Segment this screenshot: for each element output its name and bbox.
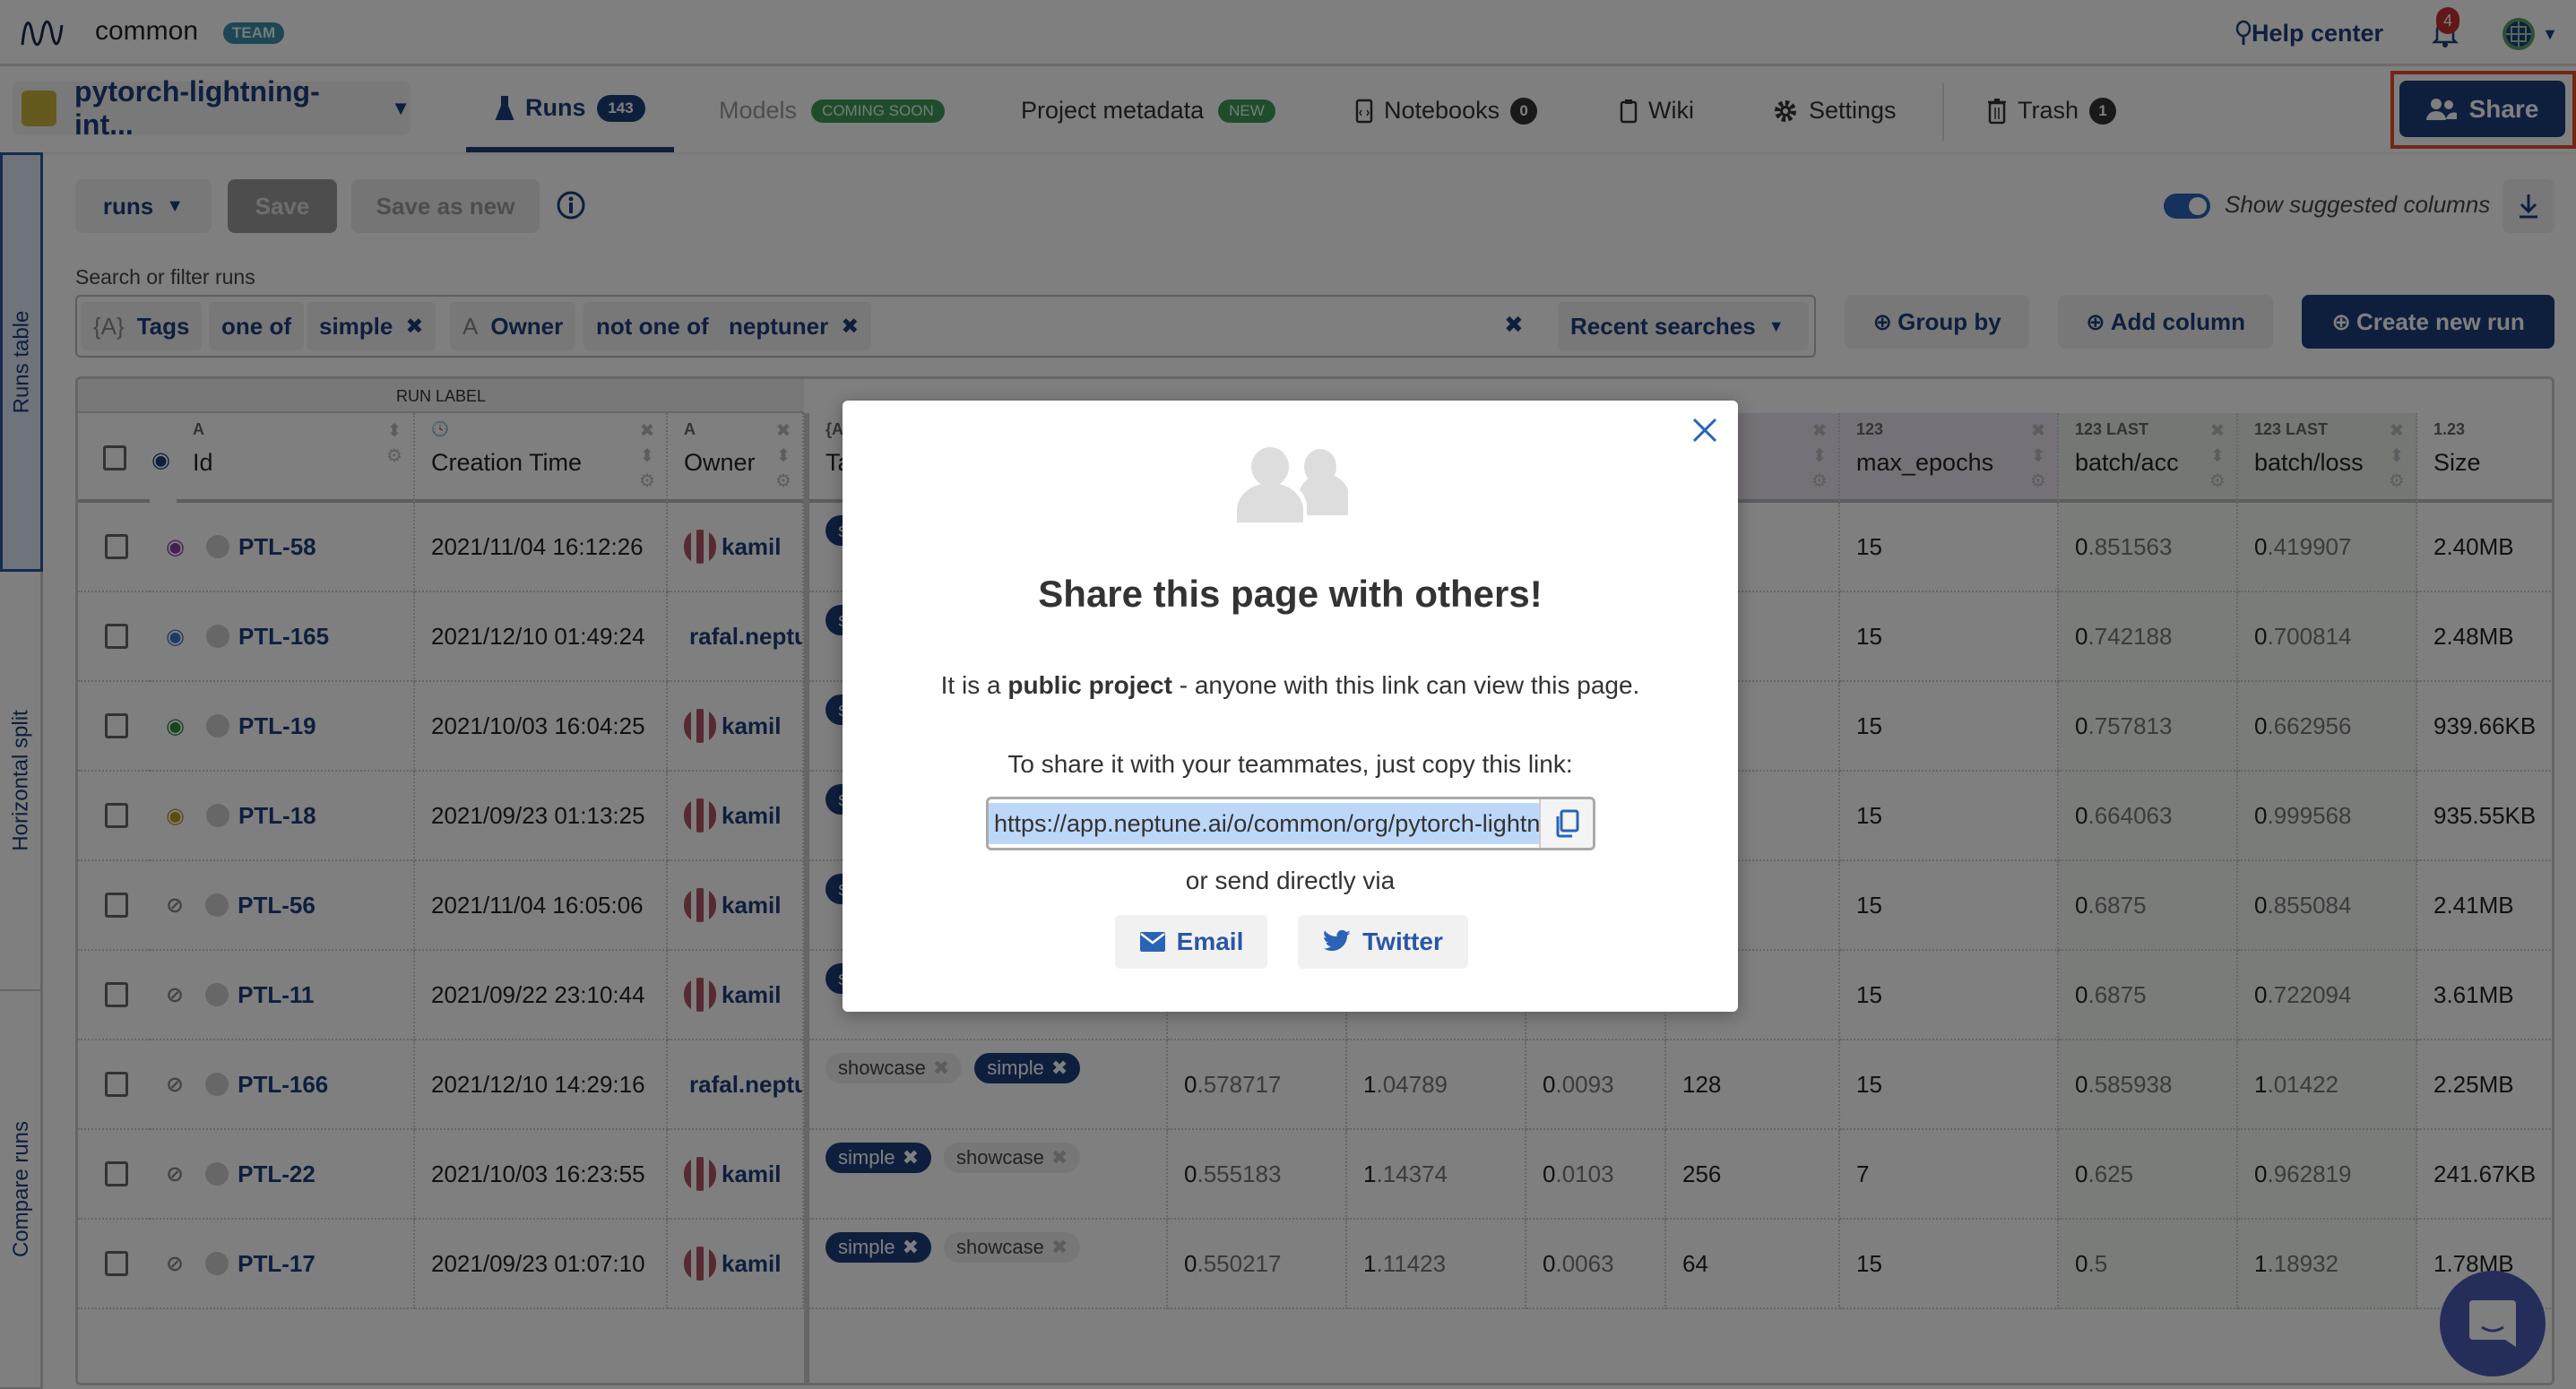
twitter-icon <box>1324 929 1352 952</box>
notice-bold: public project <box>1007 671 1172 699</box>
notice-suffix: - anyone with this link can view this pa… <box>1171 671 1640 699</box>
share-email-label: Email <box>1176 927 1244 955</box>
copy-link-button[interactable] <box>1539 799 1593 848</box>
share-twitter-button[interactable]: Twitter <box>1298 915 1468 969</box>
share-email-button[interactable]: Email <box>1115 915 1267 969</box>
share-twitter-label: Twitter <box>1362 927 1443 955</box>
people-icon <box>1237 447 1350 527</box>
copy-icon <box>1556 809 1579 838</box>
notice-prefix: It is a <box>940 671 1008 699</box>
send-via-label: or send directly via <box>1185 867 1396 894</box>
share-dialog-title: Share this page with others! <box>1038 573 1543 615</box>
copy-instruction: To share it with your teammates, just co… <box>1007 750 1573 778</box>
share-link-input[interactable]: https://app.neptune.ai/o/common/org/pyto… <box>989 803 1539 844</box>
close-icon[interactable] <box>1691 417 1718 444</box>
envelope-icon <box>1139 932 1165 952</box>
app-root: common TEAM Help center 4 ▼ pytorch-ligh… <box>0 0 2576 1389</box>
share-link-field[interactable]: https://app.neptune.ai/o/common/org/pyto… <box>986 797 1595 850</box>
public-project-notice: It is a public project - anyone with thi… <box>843 671 1738 700</box>
share-dialog: Share this page with others! It is a pub… <box>843 401 1738 1012</box>
